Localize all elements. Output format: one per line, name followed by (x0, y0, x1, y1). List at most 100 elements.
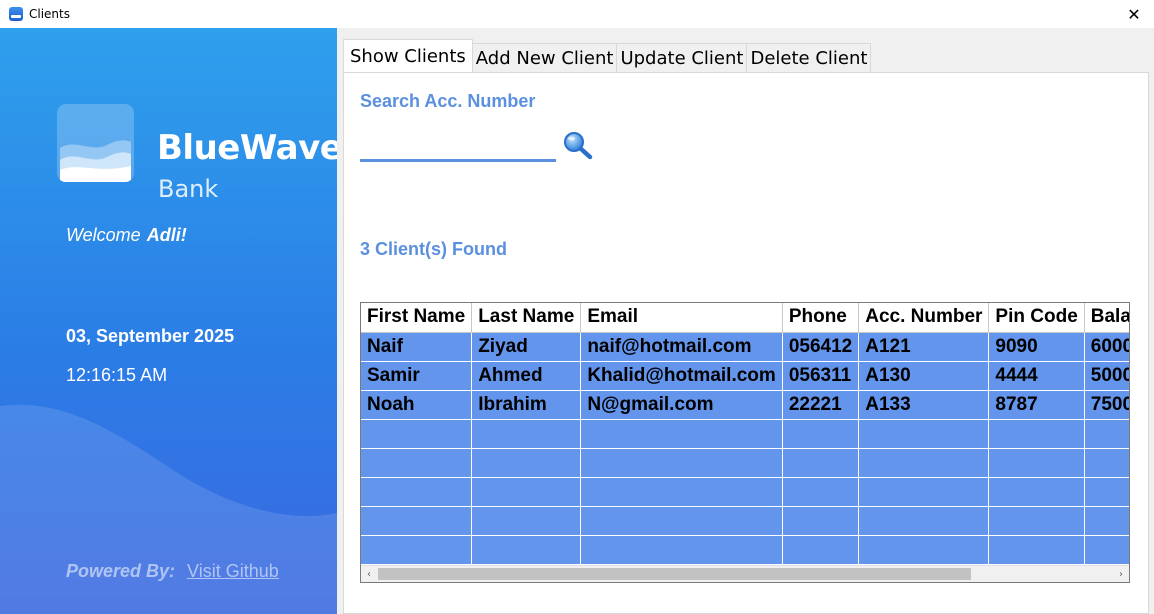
grid-cell[interactable] (1084, 448, 1129, 478)
show-clients-panel: Search Acc. Number 3 Client(s) Found Fir… (343, 72, 1149, 614)
grid-cell[interactable] (782, 506, 860, 536)
grid-cell[interactable] (858, 477, 990, 507)
grid-cell[interactable]: N@gmail.com (580, 390, 783, 420)
grid-cell[interactable]: A121 (858, 332, 990, 362)
grid-cell[interactable] (858, 448, 990, 478)
grid-cell[interactable]: naif@hotmail.com (580, 332, 783, 362)
bank-logo-icon (57, 104, 134, 182)
clients-grid[interactable]: First Name Last Name Email Phone Acc. Nu… (360, 302, 1130, 583)
grid-cell[interactable] (988, 419, 1085, 449)
column-header[interactable]: Acc. Number (858, 303, 990, 333)
tab-show-clients[interactable]: Show Clients (343, 39, 473, 72)
tab-update-client[interactable]: Update Client (616, 43, 748, 72)
grid-cell[interactable] (471, 419, 582, 449)
grid-cell[interactable]: 056412 (782, 332, 860, 362)
grid-cell[interactable]: A130 (858, 361, 990, 391)
table-row-empty[interactable] (361, 535, 1129, 565)
grid-cell[interactable] (471, 477, 582, 507)
grid-cell[interactable] (1084, 477, 1129, 507)
grid-cell[interactable]: Samir (361, 361, 473, 391)
clients-table: First Name Last Name Email Phone Acc. Nu… (361, 303, 1129, 565)
grid-cell[interactable]: 9090 (988, 332, 1085, 362)
title-bar: Clients ✕ (0, 0, 1154, 28)
table-row[interactable]: Naif Ziyad naif@hotmail.com 056412 A121 … (361, 332, 1129, 362)
table-row-empty[interactable] (361, 477, 1129, 507)
grid-cell[interactable] (782, 535, 860, 565)
grid-cell[interactable]: Khalid@hotmail.com (580, 361, 783, 391)
horizontal-scrollbar[interactable]: ‹ › (361, 565, 1129, 582)
grid-cell[interactable] (361, 506, 473, 536)
table-row[interactable]: Samir Ahmed Khalid@hotmail.com 056311 A1… (361, 361, 1129, 391)
grid-cell[interactable] (988, 506, 1085, 536)
grid-cell[interactable] (988, 448, 1085, 478)
grid-cell[interactable] (782, 448, 860, 478)
grid-cell[interactable] (471, 506, 582, 536)
grid-cell[interactable] (782, 419, 860, 449)
grid-cell[interactable]: 6000 (1084, 332, 1129, 362)
grid-cell[interactable] (580, 535, 783, 565)
grid-cell[interactable]: 4444 (988, 361, 1085, 391)
scroll-right-icon[interactable]: › (1113, 566, 1129, 582)
grid-cell[interactable] (580, 448, 783, 478)
magnifier-icon[interactable] (563, 131, 593, 161)
table-row-empty[interactable] (361, 419, 1129, 449)
grid-cell[interactable] (471, 448, 582, 478)
grid-cell[interactable]: Noah (361, 390, 473, 420)
column-header[interactable]: Email (580, 303, 783, 333)
user-name: Adli! (146, 225, 187, 245)
app-icon (9, 7, 23, 21)
github-link[interactable]: Visit Github (187, 561, 279, 581)
grid-cell[interactable] (782, 477, 860, 507)
grid-cell[interactable]: 7500 (1084, 390, 1129, 420)
brand-name: BlueWave (157, 128, 337, 168)
grid-cell[interactable]: Ahmed (471, 361, 582, 391)
grid-header-row: First Name Last Name Email Phone Acc. Nu… (361, 303, 1129, 333)
grid-cell[interactable]: 8787 (988, 390, 1085, 420)
grid-cell[interactable]: Ibrahim (471, 390, 582, 420)
grid-cell[interactable] (361, 535, 473, 565)
sidebar: BlueWave Bank Welcome Adli! 03, September… (0, 28, 337, 614)
table-row-empty[interactable] (361, 506, 1129, 536)
grid-cell[interactable] (858, 419, 990, 449)
tab-delete-client[interactable]: Delete Client (746, 43, 872, 72)
grid-cell[interactable] (1084, 506, 1129, 536)
welcome-message: Welcome Adli! (66, 225, 187, 246)
results-count: 3 Client(s) Found (360, 239, 507, 259)
grid-cell[interactable]: 22221 (782, 390, 860, 420)
grid-cell[interactable] (858, 535, 990, 565)
grid-cell[interactable]: Ziyad (471, 332, 582, 362)
tab-bar: Show Clients Add New Client Update Clien… (343, 39, 872, 72)
sidebar-wave-decoration (0, 404, 337, 614)
powered-by-label: Powered By: (66, 561, 176, 581)
column-header[interactable]: Balance (1084, 303, 1129, 333)
grid-cell[interactable] (1084, 419, 1129, 449)
window-title: Clients (29, 7, 70, 21)
grid-cell[interactable]: 5000 (1084, 361, 1129, 391)
close-button[interactable]: ✕ (1114, 0, 1154, 28)
grid-cell[interactable] (988, 477, 1085, 507)
scrollbar-thumb[interactable] (378, 568, 971, 580)
grid-cell[interactable]: A133 (858, 390, 990, 420)
grid-cell[interactable] (580, 477, 783, 507)
grid-cell[interactable] (1084, 535, 1129, 565)
table-row-empty[interactable] (361, 448, 1129, 478)
search-label: Search Acc. Number (360, 91, 536, 111)
grid-cell[interactable] (361, 477, 473, 507)
grid-cell[interactable] (361, 448, 473, 478)
column-header[interactable]: First Name (361, 303, 473, 333)
column-header[interactable]: Last Name (471, 303, 582, 333)
column-header[interactable]: Pin Code (988, 303, 1085, 333)
table-row[interactable]: Noah Ibrahim N@gmail.com 22221 A133 8787… (361, 390, 1129, 420)
grid-cell[interactable] (858, 506, 990, 536)
scroll-left-icon[interactable]: ‹ (361, 566, 377, 582)
grid-cell[interactable] (471, 535, 582, 565)
grid-cell[interactable] (580, 419, 783, 449)
search-input[interactable] (360, 129, 556, 162)
grid-cell[interactable] (361, 419, 473, 449)
grid-cell[interactable] (988, 535, 1085, 565)
tab-add-new-client[interactable]: Add New Client (471, 43, 618, 72)
grid-cell[interactable]: Naif (361, 332, 473, 362)
grid-cell[interactable] (580, 506, 783, 536)
grid-cell[interactable]: 056311 (782, 361, 860, 391)
column-header[interactable]: Phone (782, 303, 860, 333)
